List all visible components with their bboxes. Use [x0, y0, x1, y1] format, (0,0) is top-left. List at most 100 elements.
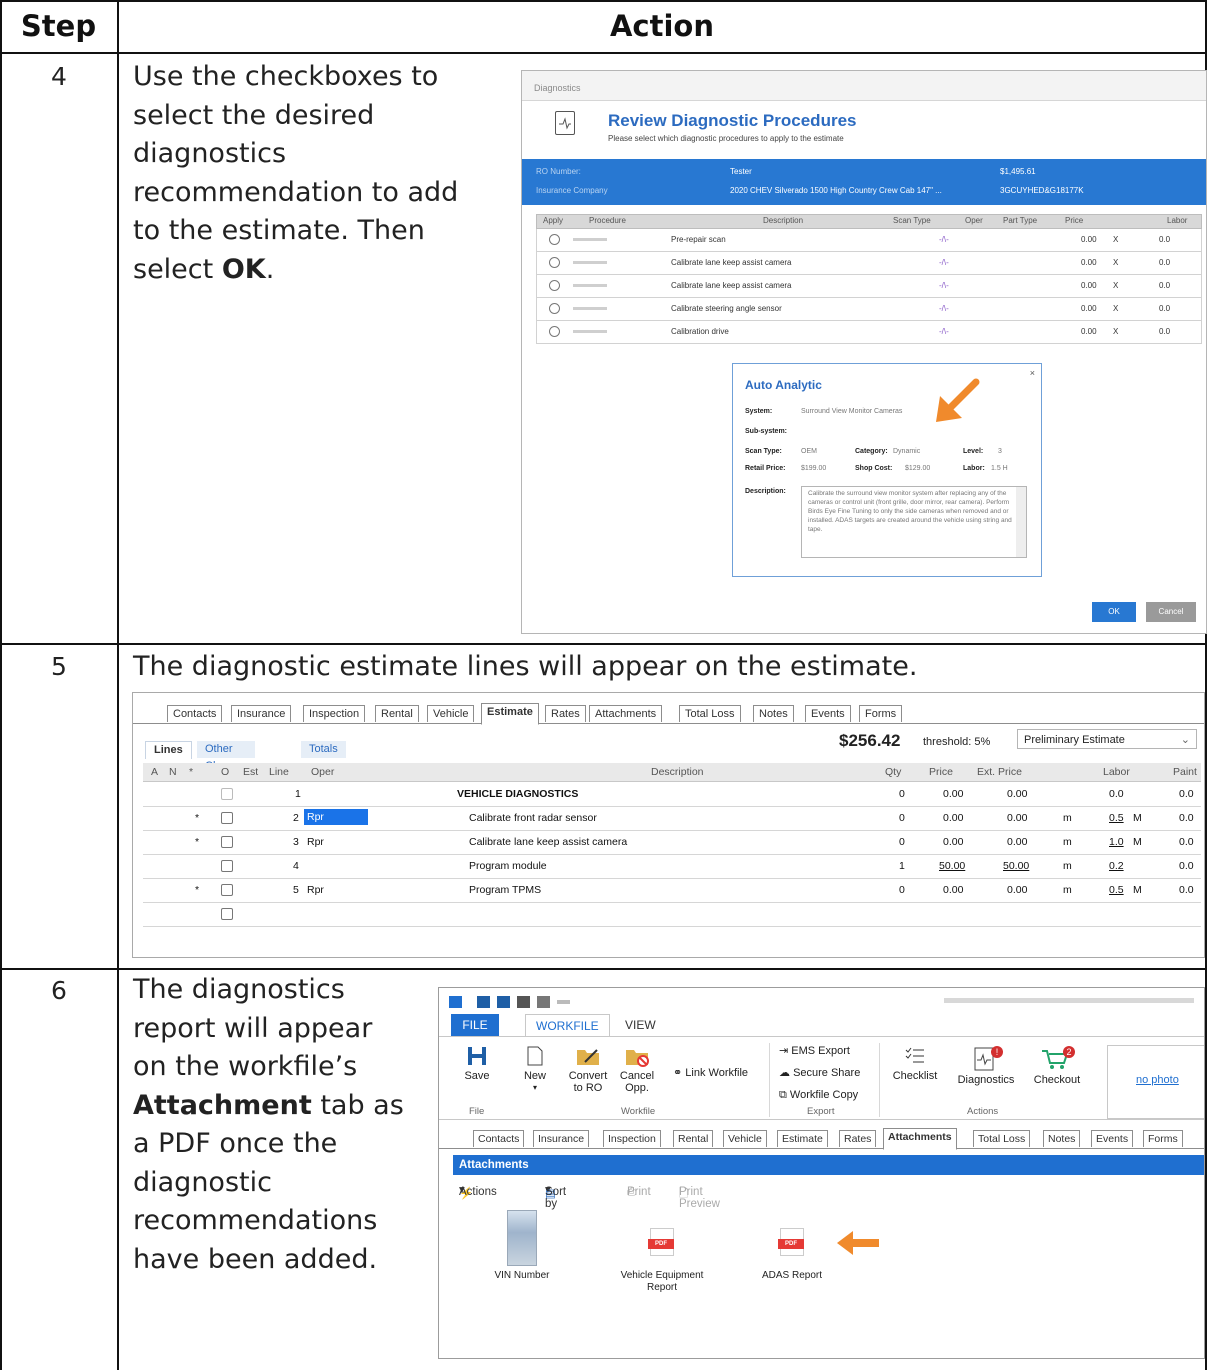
tab-notes[interactable]: Notes	[753, 705, 794, 722]
line-price[interactable]: 50.00	[939, 860, 965, 872]
description-box[interactable]: Calibrate the surround view monitor syst…	[801, 486, 1027, 558]
line-labor[interactable]: 0.5	[1109, 812, 1124, 824]
tab-attachments[interactable]: Attachments	[883, 1128, 957, 1150]
checklist-icon	[905, 1047, 924, 1063]
scan-type-icon: -/\-	[939, 327, 949, 336]
row-checkbox[interactable]	[221, 836, 233, 848]
estimate-type-select[interactable]: Preliminary Estimate ⌄	[1017, 729, 1197, 749]
procedure-row[interactable]: Pre-repair scan -/\- 0.00 X 0.0	[536, 229, 1202, 252]
tab-vehicle[interactable]: Vehicle	[427, 705, 475, 722]
line-ext-price[interactable]: 50.00	[1003, 860, 1029, 872]
line-labor[interactable]: 1.0	[1109, 836, 1124, 848]
tab-rental[interactable]: Rental	[375, 705, 419, 722]
save-icon[interactable]	[477, 996, 490, 1008]
description-scrollbar[interactable]	[1016, 487, 1026, 557]
procedure-row[interactable]: Calibration drive -/\- 0.00 X 0.0	[536, 321, 1202, 344]
tab-events[interactable]: Events	[805, 705, 851, 722]
procedure-price: 0.00	[1081, 304, 1097, 313]
tab-view[interactable]: VIEW	[615, 1014, 666, 1036]
cancel-opp-button[interactable]: Cancel Opp.	[615, 1045, 659, 1094]
tab-insurance[interactable]: Insurance	[231, 705, 292, 722]
tab-forms[interactable]: Forms	[1143, 1130, 1183, 1147]
tab-inspection[interactable]: Inspection	[303, 705, 366, 722]
ok-button[interactable]: OK	[1092, 602, 1136, 622]
apply-checkbox[interactable]	[549, 303, 560, 314]
tab-total-loss[interactable]: Total Loss	[679, 705, 741, 722]
tab-rates[interactable]: Rates	[545, 705, 586, 722]
link-icon[interactable]	[557, 1000, 570, 1004]
checkout-button[interactable]: 2 Checkout	[1027, 1045, 1087, 1086]
estimate-line-row[interactable]: * 2 Rpr Calibrate front radar sensor 0 0…	[143, 807, 1201, 831]
tab-file[interactable]: FILE	[451, 1014, 499, 1036]
estimate-empty-row[interactable]	[143, 903, 1201, 927]
attachment-name: ADAS Report	[761, 1270, 823, 1281]
attachment-adas-report[interactable]: PDF ADAS Report	[747, 1228, 837, 1282]
sort-by-dropdown[interactable]: ▤ Sort by ▾	[545, 1182, 566, 1210]
row-checkbox[interactable]	[221, 788, 233, 800]
line-description: Calibrate front radar sensor	[469, 812, 597, 824]
attachment-vin-number[interactable]: VIN Number	[477, 1210, 567, 1282]
row-checkbox[interactable]	[221, 860, 233, 872]
tab-events[interactable]: Events	[1091, 1130, 1134, 1147]
link-workfile-button[interactable]: ⚭ Link Workfile	[673, 1067, 748, 1079]
tab-attachments[interactable]: Attachments	[589, 705, 663, 722]
apply-checkbox[interactable]	[549, 280, 560, 291]
apply-checkbox[interactable]	[549, 257, 560, 268]
actions-dropdown[interactable]: ⚡ Actions ▾	[459, 1182, 497, 1200]
print-icon[interactable]	[517, 996, 530, 1008]
oper-cell-selected[interactable]: Rpr	[304, 809, 368, 825]
save-all-icon[interactable]	[497, 996, 510, 1008]
convert-to-ro-button[interactable]: Convert to RO	[563, 1045, 613, 1094]
no-photo-link[interactable]: no photo	[1136, 1074, 1179, 1086]
estimate-line-row[interactable]: * 5 Rpr Program TPMS 0 0.00 0.00 m 0.5 M…	[143, 879, 1201, 903]
tab-rental[interactable]: Rental	[673, 1130, 714, 1147]
ems-export-button[interactable]: ⇥ EMS Export	[779, 1045, 850, 1057]
procedure-row[interactable]: Calibrate steering angle sensor -/\- 0.0…	[536, 298, 1202, 321]
estimate-line-row[interactable]: 4 Program module 1 50.00 50.00 m 0.2 0.0	[143, 855, 1201, 879]
estimate-line-row[interactable]: 1 VEHICLE DIAGNOSTICS 0 0.00 0.00 0.0 0.…	[143, 783, 1201, 807]
tab-insurance[interactable]: Insurance	[533, 1130, 590, 1147]
line-description: Program TPMS	[469, 884, 542, 896]
print-preview-label: Print Preview	[679, 1186, 720, 1210]
line-paint: 0.0	[1179, 860, 1194, 872]
workfile-copy-button[interactable]: ⧉ Workfile Copy	[779, 1089, 858, 1101]
tab-estimate[interactable]: Estimate	[777, 1130, 828, 1147]
tab-notes[interactable]: Notes	[1043, 1130, 1081, 1147]
pdf-icon: PDF	[778, 1228, 804, 1256]
tab-rates[interactable]: Rates	[839, 1130, 877, 1147]
procedure-row[interactable]: Calibrate lane keep assist camera -/\- 0…	[536, 275, 1202, 298]
line-labor[interactable]: 0.2	[1109, 860, 1124, 872]
procedure-description: Calibrate lane keep assist camera	[671, 281, 792, 290]
subtab-totals[interactable]: Totals	[301, 741, 346, 758]
row-checkbox[interactable]	[221, 884, 233, 896]
secure-share-button[interactable]: ☁ Secure Share	[779, 1067, 860, 1079]
tab-forms[interactable]: Forms	[859, 705, 903, 722]
diagnostics-button[interactable]: ! Diagnostics	[951, 1045, 1021, 1086]
apply-checkbox[interactable]	[549, 234, 560, 245]
tab-workfile[interactable]: WORKFILE	[525, 1014, 610, 1038]
row-checkbox[interactable]	[221, 908, 233, 920]
estimate-line-row[interactable]: * 3 Rpr Calibrate lane keep assist camer…	[143, 831, 1201, 855]
print-preview-icon[interactable]	[537, 996, 550, 1008]
tab-estimate[interactable]: Estimate	[481, 703, 539, 725]
cancel-button[interactable]: Cancel	[1146, 602, 1196, 622]
tab-vehicle[interactable]: Vehicle	[723, 1130, 767, 1147]
col-description: Description	[763, 216, 804, 225]
cancel-opp-label: Cancel Opp.	[619, 1070, 655, 1094]
vehicle-description: 2020 CHEV Silverado 1500 High Country Cr…	[730, 186, 942, 195]
row-checkbox[interactable]	[221, 812, 233, 824]
new-button[interactable]: New ▾	[517, 1045, 553, 1094]
apply-checkbox[interactable]	[549, 326, 560, 337]
line-labor[interactable]: 0.5	[1109, 884, 1124, 896]
close-icon[interactable]: ×	[1030, 368, 1035, 378]
save-button[interactable]: Save	[461, 1045, 493, 1082]
tab-contacts[interactable]: Contacts	[167, 705, 223, 722]
subtab-other-charges[interactable]: Other Charges	[197, 741, 255, 772]
attachment-vehicle-equipment-report[interactable]: PDF Vehicle Equipment Report	[607, 1228, 717, 1294]
checklist-button[interactable]: Checklist	[887, 1045, 943, 1082]
procedure-row[interactable]: Calibrate lane keep assist camera -/\- 0…	[536, 252, 1202, 275]
subtab-lines[interactable]: Lines	[145, 741, 192, 759]
tab-inspection[interactable]: Inspection	[603, 1130, 661, 1147]
tab-contacts[interactable]: Contacts	[473, 1130, 525, 1147]
tab-total-loss[interactable]: Total Loss	[973, 1130, 1031, 1147]
